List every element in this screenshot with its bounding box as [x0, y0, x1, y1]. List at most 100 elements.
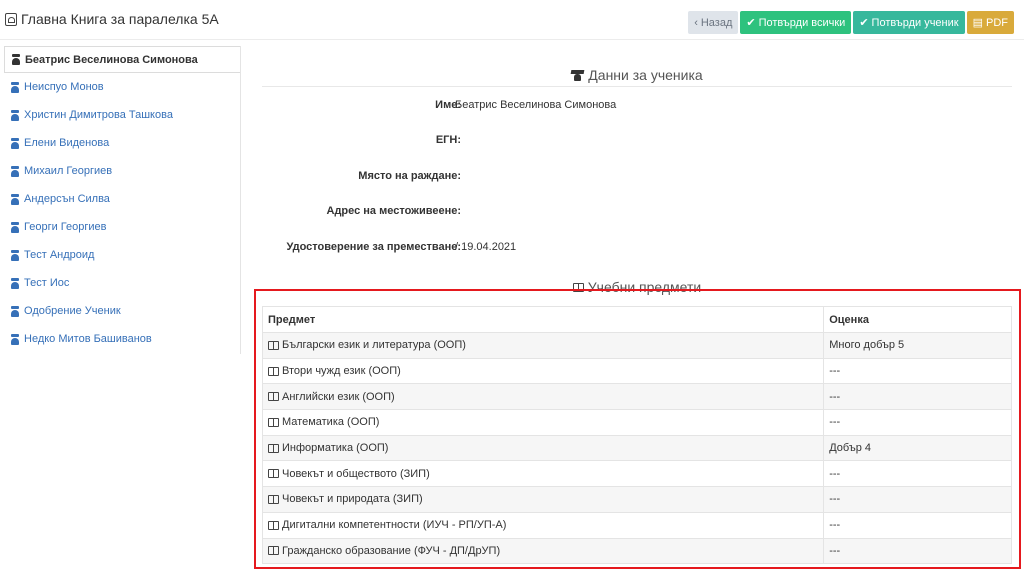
confirm-all-button[interactable]: ✔ Потвърди всички — [740, 11, 852, 34]
subject-name: Човекът и природата (ЗИП) — [282, 493, 423, 506]
book-icon — [268, 340, 279, 350]
field-value: Беатрис Веселинова Симонова — [455, 99, 617, 111]
table-row: Човекът и природата (ЗИП) --- — [261, 486, 1012, 513]
grade-cell: --- — [823, 460, 1012, 488]
student-icon — [11, 54, 21, 65]
subject-cell: Български език и литература (ООП) — [261, 332, 825, 359]
field-address: Адрес на местоживеене: — [262, 205, 1012, 221]
table-row: Втори чужд език (ООП) --- — [261, 357, 1012, 385]
student-icon — [10, 137, 20, 149]
toolbar: ‹ Назад ✔ Потвърди всички ✔ Потвърди уче… — [688, 11, 1014, 34]
student-name: Елени Виденова — [24, 137, 110, 149]
student-item[interactable]: Тест Андроид — [4, 241, 240, 269]
student-item[interactable]: Неиспуо Монов — [4, 73, 240, 101]
student-icon — [10, 193, 20, 205]
table-row: Човекът и обществото (ЗИП) --- — [261, 460, 1012, 488]
student-name: Неиспуо Монов — [24, 81, 104, 93]
student-item[interactable]: Одобрение Ученик — [4, 297, 240, 325]
grade-cell: Много добър 5 — [823, 332, 1012, 359]
subject-cell: Човекът и обществото (ЗИП) — [261, 460, 825, 488]
field-label: ЕГН: — [435, 134, 461, 146]
check-icon: ✔ — [859, 17, 869, 29]
student-name: Одобрение Ученик — [24, 305, 121, 317]
student-item[interactable]: Елени Виденова — [4, 129, 240, 157]
book-icon — [268, 392, 279, 402]
grade-cell: --- — [823, 383, 1012, 411]
grade-cell: --- — [823, 357, 1012, 385]
student-list: Беатрис Веселинова Симонова Неиспуо Моно… — [4, 46, 241, 354]
student-name: Недко Митов Башиванов — [24, 333, 152, 345]
table-row: Гражданско образование (ФУЧ - ДП/ДрУП) -… — [261, 537, 1012, 565]
field-label: Място на раждане: — [358, 170, 461, 182]
subject-name: Български език и литература (ООП) — [282, 339, 466, 352]
student-name: Тест Иос — [24, 277, 70, 289]
subject-cell: Втори чужд език (ООП) — [261, 357, 825, 385]
back-label: Назад — [700, 16, 733, 29]
student-item[interactable]: Андерсън Силва — [4, 185, 240, 213]
confirm-all-label: Потвърди всички — [758, 16, 846, 29]
student-icon — [10, 277, 20, 289]
subject-cell: Човекът и природата (ЗИП) — [261, 486, 825, 513]
graduation-cap-icon — [571, 70, 584, 81]
student-name: Тест Андроид — [24, 249, 95, 261]
grade-cell: --- — [823, 409, 1012, 436]
student-icon — [10, 333, 20, 345]
student-icon — [10, 109, 20, 121]
top-bar: Главна Книга за паралелка 5А ‹ Назад ✔ П… — [0, 0, 1024, 40]
table-row: Български език и литература (ООП) Много … — [261, 332, 1012, 359]
book-icon — [268, 366, 279, 376]
student-item[interactable]: Беатрис Веселинова Симонова — [4, 46, 240, 73]
subject-cell: Английски език (ООП) — [261, 383, 825, 411]
field-birthplace: Място на раждане: — [262, 170, 1012, 186]
table-row: Английски език (ООП) --- — [261, 383, 1012, 411]
student-item[interactable]: Христин Димитрова Ташкова — [4, 101, 240, 129]
pdf-button[interactable]: ▤ PDF — [966, 11, 1014, 34]
student-name: Георги Георгиев — [24, 221, 107, 233]
column-header-subject: Предмет — [261, 306, 825, 333]
divider — [262, 86, 1012, 87]
grade-cell: --- — [823, 537, 1012, 565]
subject-cell: Информатика (ООП) — [261, 434, 825, 462]
chevron-left-icon: ‹ — [694, 16, 698, 29]
student-icon — [10, 249, 20, 261]
subject-name: Втори чужд език (ООП) — [282, 365, 401, 378]
student-item[interactable]: Георги Георгиев — [4, 213, 240, 241]
table-row: Информатика (ООП) Добър 4 — [261, 434, 1012, 462]
student-name: Михаил Георгиев — [24, 165, 113, 177]
grade-cell: --- — [823, 511, 1012, 539]
subject-name: Математика (ООП) — [282, 416, 380, 429]
subject-name: Дигитални компетентности (ИУЧ - РП/УП-А) — [282, 519, 507, 532]
student-data-heading: Данни за ученика — [262, 67, 1012, 83]
book-icon — [268, 546, 279, 556]
confirm-student-button[interactable]: ✔ Потвърди ученик — [853, 11, 965, 34]
field-label: Адрес на местоживеене: — [326, 205, 462, 217]
back-button[interactable]: ‹ Назад — [688, 11, 739, 34]
gradebook-icon — [5, 12, 17, 26]
field-egn: ЕГН: — [262, 134, 1012, 150]
book-icon — [268, 469, 279, 479]
field-name: Име: Беатрис Веселинова Симонова — [262, 99, 1012, 115]
confirm-student-label: Потвърди ученик — [871, 16, 959, 29]
book-icon — [268, 417, 279, 427]
field-value: / 19.04.2021 — [455, 241, 517, 253]
subject-name: Гражданско образование (ФУЧ - ДП/ДрУП) — [282, 544, 501, 557]
page-title: Главна Книга за паралелка 5А — [5, 11, 219, 27]
book-icon — [268, 494, 279, 504]
column-header-grade: Оценка — [823, 306, 1012, 333]
subject-name: Човекът и обществото (ЗИП) — [282, 467, 430, 480]
student-icon — [10, 305, 20, 317]
table-row: Математика (ООП) --- — [261, 409, 1012, 436]
subject-name: Информатика (ООП) — [282, 442, 389, 455]
book-icon — [268, 520, 279, 530]
grade-cell: Добър 4 — [823, 434, 1012, 462]
book-icon — [268, 443, 279, 453]
student-item[interactable]: Михаил Георгиев — [4, 157, 240, 185]
check-icon: ✔ — [746, 17, 756, 29]
student-data-title: Данни за ученика — [588, 67, 703, 83]
student-icon — [10, 81, 20, 93]
field-label: Удостоверение за преместване: — [286, 241, 461, 253]
subject-cell: Дигитални компетентности (ИУЧ - РП/УП-А) — [261, 511, 825, 539]
student-item[interactable]: Недко Митов Башиванов — [4, 325, 240, 353]
subjects-table: Предмет Оценка Български език и литерату… — [261, 306, 1012, 565]
student-item[interactable]: Тест Иос — [4, 269, 240, 297]
